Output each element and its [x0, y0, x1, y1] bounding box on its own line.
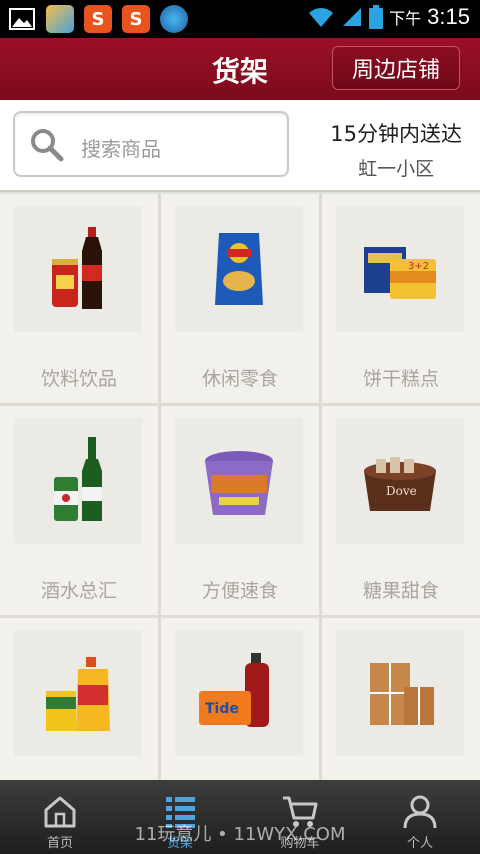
category-label: 休闲零食 [201, 368, 278, 390]
svg-text:Tide: Tide [205, 701, 239, 717]
nav-label: 货架 [166, 836, 193, 851]
gallery-icon [8, 5, 36, 33]
signal-icon [343, 8, 362, 26]
nav-label: 首页 [46, 836, 73, 851]
category-label: 饮料饮品 [40, 368, 117, 390]
search-input[interactable]: 搜索商品 [13, 111, 289, 177]
category-snacks[interactable]: 休闲零食 [161, 194, 319, 403]
category-household[interactable]: Tide [161, 618, 319, 780]
category-drinks[interactable]: 饮料饮品 [0, 194, 158, 403]
bottom-navigation: 首页 货架 购物车 个人 [0, 780, 480, 854]
category-label: 方便速食 [201, 580, 278, 602]
home-icon [44, 796, 76, 828]
nav-shelf[interactable]: 货架 [120, 780, 240, 854]
category-label: 饼干糕点 [362, 368, 439, 390]
delivery-time: 15分钟内送达 [330, 122, 462, 146]
status-indicators: 下午 3:15 [307, 4, 470, 30]
globe-icon [160, 5, 188, 33]
clock-time: 3:15 [427, 4, 470, 29]
battery-icon [369, 5, 384, 29]
sogou-icon: S [84, 5, 112, 33]
person-icon [403, 795, 437, 828]
nav-label: 购物车 [280, 836, 320, 851]
cooking-oil-image [14, 630, 142, 756]
title-bar: 货架 周边店铺 [0, 38, 480, 100]
delivery-info[interactable]: 15分钟内送达 虹一小区 [330, 118, 462, 181]
sogou-input-icon: S [122, 5, 150, 33]
delivery-area: 虹一小区 [358, 158, 435, 180]
category-grain-oil[interactable] [0, 618, 158, 780]
search-icon [31, 129, 64, 162]
svg-text:Dove: Dove [386, 484, 417, 498]
chocolate-image: Dove [336, 418, 464, 544]
nav-home[interactable]: 首页 [0, 780, 120, 854]
status-bar: S S 下午 3:15 [0, 0, 480, 38]
biscuits-image: 3+2 [336, 206, 464, 332]
list-icon [166, 797, 195, 828]
nav-label: 个人 [406, 836, 433, 851]
category-label: 糖果甜食 [362, 580, 439, 602]
search-placeholder: 搜索商品 [81, 137, 161, 161]
category-grid: 饮料饮品 休闲零食 3+2 饼干糕点 酒水总汇 方便速食 Dove 糖果甜食 T… [0, 194, 480, 780]
wifi-icon [309, 8, 334, 27]
category-label: 酒水总汇 [40, 580, 117, 602]
clock-ampm: 下午 [389, 9, 422, 28]
instant-noodles-image [175, 418, 303, 544]
cart-icon [283, 796, 318, 827]
chips-image [175, 206, 303, 332]
svg-text:3+2: 3+2 [408, 261, 429, 272]
nav-cart[interactable]: 购物车 [240, 780, 360, 854]
category-sweets[interactable]: Dove 糖果甜食 [322, 406, 480, 615]
search-area: 搜索商品 15分钟内送达 虹一小区 [0, 100, 480, 192]
category-biscuits[interactable]: 3+2 饼干糕点 [322, 194, 480, 403]
nav-profile[interactable]: 个人 [360, 780, 480, 854]
package-boxes-image [336, 630, 464, 756]
drinks-image [14, 206, 142, 332]
nearby-stores-button[interactable]: 周边店铺 [332, 46, 460, 90]
app-store-icon [46, 5, 74, 33]
category-alcohol[interactable]: 酒水总汇 [0, 406, 158, 615]
detergent-image: Tide [175, 630, 303, 756]
category-instant-food[interactable]: 方便速食 [161, 406, 319, 615]
notification-icons: S S [8, 5, 188, 33]
beer-image [14, 418, 142, 544]
category-other[interactable] [322, 618, 480, 780]
